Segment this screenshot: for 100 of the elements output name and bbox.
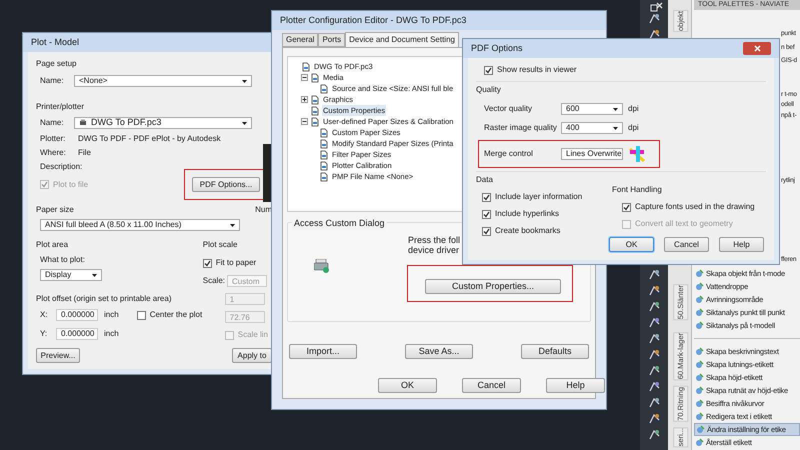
dropdown[interactable]: 600 bbox=[561, 103, 623, 115]
restore-icon[interactable] bbox=[650, 4, 658, 12]
button[interactable]: Preview... bbox=[36, 348, 80, 363]
button[interactable]: Import... bbox=[289, 344, 357, 359]
document-icon bbox=[301, 62, 311, 72]
field-label: Name: bbox=[40, 75, 65, 87]
tool-icon[interactable] bbox=[648, 428, 660, 441]
button[interactable]: Help bbox=[546, 378, 605, 393]
field-label: X: bbox=[40, 309, 49, 321]
instruction-text: Press the foll bbox=[408, 235, 460, 245]
tool-icon bbox=[695, 386, 704, 395]
dropdown[interactable]: Lines Overwrite bbox=[561, 148, 623, 160]
pen-overlap-icon bbox=[628, 145, 646, 163]
tab[interactable]: Device and Document Setting bbox=[345, 32, 459, 47]
field-value: DWG To PDF - PDF ePlot - by Autodesk bbox=[78, 132, 221, 144]
dropdown[interactable]: Display bbox=[40, 269, 102, 281]
tool-icon[interactable] bbox=[648, 364, 660, 377]
checkbox[interactable] bbox=[484, 66, 493, 74]
group-heading: Paper size bbox=[36, 204, 74, 216]
dropdown[interactable]: 400 bbox=[561, 122, 623, 134]
close-icon bbox=[754, 45, 760, 52]
close-icon[interactable] bbox=[656, 2, 663, 9]
field-label: Name: bbox=[40, 117, 65, 129]
checkbox[interactable] bbox=[482, 226, 491, 236]
dropdown[interactable]: ANSI full bleed A (8.50 x 11.00 Inches) bbox=[40, 219, 240, 231]
caret-icon bbox=[613, 126, 618, 130]
document-icon bbox=[319, 150, 329, 160]
caret-icon bbox=[242, 80, 247, 82]
tool-icon[interactable] bbox=[648, 332, 660, 345]
unit-label: dpi bbox=[628, 103, 639, 115]
tool-icon[interactable] bbox=[648, 28, 660, 41]
button[interactable]: OK bbox=[609, 237, 654, 252]
tool-icon bbox=[695, 438, 704, 447]
close-button[interactable] bbox=[743, 42, 771, 55]
window-title: Plotter Configuration Editor - DWG To PDF.pc3 bbox=[280, 14, 466, 27]
field-label: Where: bbox=[40, 146, 67, 158]
checkbox-label: Plot to file bbox=[53, 178, 88, 190]
caret-icon bbox=[92, 274, 97, 276]
window-title: Plot - Model bbox=[31, 36, 80, 49]
input-field[interactable]: 0.000000 bbox=[56, 328, 98, 340]
checkbox[interactable] bbox=[136, 310, 146, 320]
group-heading: Plot area bbox=[36, 239, 70, 251]
button[interactable]: Defaults bbox=[521, 344, 589, 359]
checkbox-label: Fit to paper bbox=[216, 257, 256, 269]
field-label: Plotter: bbox=[40, 132, 66, 144]
tab[interactable]: General bbox=[282, 33, 318, 47]
field-value: File bbox=[78, 146, 91, 158]
checkbox[interactable] bbox=[482, 192, 491, 202]
input-field[interactable]: 0.000000 bbox=[56, 309, 98, 321]
group-heading: Plot offset (origin set to printable area) bbox=[36, 293, 172, 305]
document-icon bbox=[310, 116, 320, 126]
tool-icon bbox=[695, 373, 704, 382]
field-label: Vector quality bbox=[484, 103, 534, 115]
caret-icon bbox=[613, 108, 618, 110]
field-label: Merge control bbox=[484, 148, 534, 160]
tool-icon[interactable] bbox=[648, 380, 660, 393]
button[interactable]: OK bbox=[378, 378, 437, 393]
collapse-toggle[interactable] bbox=[301, 118, 308, 125]
checkbox[interactable] bbox=[622, 202, 631, 212]
plotter-icon bbox=[79, 119, 87, 127]
button[interactable]: PDF Options... bbox=[192, 177, 260, 192]
checkbox-label: Include layer information bbox=[495, 191, 582, 203]
tool-icon[interactable] bbox=[648, 268, 660, 281]
field-label: What to plot: bbox=[40, 254, 86, 266]
tool-icon[interactable] bbox=[648, 396, 660, 409]
dropdown[interactable]: <None> bbox=[74, 75, 252, 87]
button[interactable]: Apply to bbox=[232, 348, 272, 363]
button[interactable]: Help bbox=[719, 237, 764, 252]
checkbox-label: Capture fonts used in the drawing bbox=[635, 201, 755, 213]
tool-icon bbox=[695, 269, 704, 278]
checkbox-label: Include hyperlinks bbox=[495, 208, 560, 220]
document-icon bbox=[319, 160, 329, 170]
checkbox[interactable] bbox=[482, 210, 491, 218]
dropdown[interactable]: DWG To PDF.pc3 bbox=[74, 117, 252, 129]
collapse-toggle[interactable] bbox=[301, 74, 308, 81]
button[interactable]: Cancel bbox=[664, 237, 709, 252]
group-heading: Quality bbox=[476, 84, 502, 96]
printer-icon bbox=[314, 259, 330, 273]
tool-icon[interactable] bbox=[648, 300, 660, 313]
button[interactable]: Save As... bbox=[405, 344, 473, 359]
expand-toggle[interactable] bbox=[301, 96, 308, 103]
group-heading: Font Handling bbox=[612, 184, 663, 196]
button[interactable]: Cancel bbox=[462, 378, 521, 393]
tool-icon[interactable] bbox=[648, 284, 660, 297]
checkbox-label: Convert all text to geometry bbox=[635, 218, 733, 230]
tool-icon[interactable] bbox=[648, 12, 660, 25]
document-icon bbox=[310, 72, 320, 82]
checkbox[interactable] bbox=[202, 258, 212, 268]
tool-icon bbox=[695, 347, 704, 356]
tool-icon bbox=[695, 412, 704, 421]
tool-icon[interactable] bbox=[648, 348, 660, 361]
group-heading: Page setup bbox=[36, 58, 78, 70]
document-icon bbox=[310, 106, 320, 116]
tool-icon[interactable] bbox=[648, 412, 660, 425]
checkbox-label: Scale lin bbox=[238, 329, 268, 341]
caret-icon bbox=[242, 122, 247, 124]
tool-icon[interactable] bbox=[648, 316, 660, 329]
group-heading: Plot scale bbox=[202, 239, 238, 251]
button[interactable]: Custom Properties... bbox=[425, 279, 561, 294]
tab[interactable]: Ports bbox=[318, 33, 346, 47]
